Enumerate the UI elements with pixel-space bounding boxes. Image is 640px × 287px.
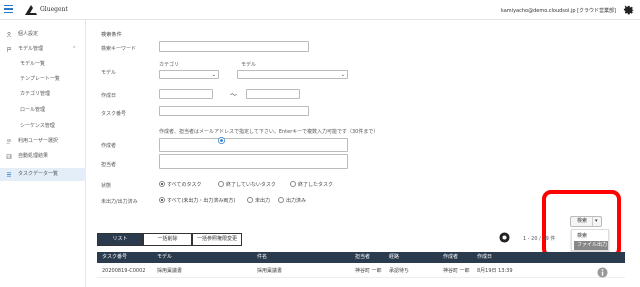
chart-icon xyxy=(6,154,12,159)
creator-hint-text: 作成者、担当者はメールアドレスで指定して下さい。Enterキーで複数入力可能です… xyxy=(159,129,379,135)
column-header-created[interactable]: 作成日 xyxy=(477,252,492,263)
table-header: タスク番号 モデル 件名 担当者 経路 作成者 作成日 xyxy=(97,252,625,263)
status-label: 状態 xyxy=(101,183,112,189)
assignee-label: 担当者 xyxy=(101,162,117,168)
info-icon[interactable] xyxy=(597,267,608,278)
created-from-input[interactable] xyxy=(159,89,213,99)
hamburger-menu-icon[interactable] xyxy=(4,5,13,14)
model-select[interactable]: ⌄ xyxy=(237,70,348,79)
assignee-input[interactable] xyxy=(159,154,348,169)
settings-circle-icon[interactable] xyxy=(499,232,510,243)
cell-subject: 採用稟議書 xyxy=(257,268,283,274)
task-number-input[interactable] xyxy=(159,106,309,116)
sidebar-item-personal-settings[interactable]: 個人設定 xyxy=(0,28,86,41)
output-label: 未出力/出力済み xyxy=(101,199,138,205)
sidebar-item-category-management[interactable]: カテゴリ管理 xyxy=(0,88,86,101)
cursor-target-icon xyxy=(218,137,225,144)
person-icon xyxy=(6,32,12,37)
output-radio-all[interactable]: すべて(未出力・出力済み両方) xyxy=(159,197,235,204)
output-radio-output[interactable]: 出力済み xyxy=(278,197,306,204)
cell-created: 8月19日 13:39 xyxy=(477,268,513,274)
tab-bulk-delete[interactable]: 一括削除 xyxy=(143,233,192,246)
user-account[interactable]: kamiyacho@demo.cloudsoi.jp [クラウド営業部] xyxy=(501,7,616,14)
cell-creator: 神谷町 一郎 xyxy=(443,268,470,274)
search-conditions-title: 検索条件 xyxy=(101,32,122,38)
status-radio-open[interactable]: 終了していないタスク xyxy=(218,181,276,188)
status-radio-all[interactable]: すべてのタスク xyxy=(159,181,201,188)
cell-route: 承認待ち xyxy=(389,268,410,274)
sidebar-item-auto-process-results[interactable]: 自動処理結果 xyxy=(0,150,86,163)
sidebar: 個人設定 モデル管理 ⌃ モデル一覧 テンプレート一覧 カテゴリ管理 ロール管理… xyxy=(0,20,86,287)
sidebar-item-model-management[interactable]: モデル管理 ⌃ xyxy=(0,43,86,56)
task-number-label: タスク番号 xyxy=(101,111,127,117)
creator-label: 作成者 xyxy=(101,143,117,149)
chevron-up-icon[interactable]: ⌃ xyxy=(72,43,76,56)
sidebar-item-user-selection[interactable]: 利用ユーザー選択 xyxy=(0,135,86,148)
category-select[interactable]: ⌄ xyxy=(159,70,219,79)
status-radio-closed[interactable]: 終了したタスク xyxy=(290,181,333,188)
output-radio-unoutput[interactable]: 未出力 xyxy=(247,197,270,204)
column-header-assignee[interactable]: 担当者 xyxy=(355,252,370,263)
column-header-creator[interactable]: 作成者 xyxy=(443,252,458,263)
list-icon xyxy=(6,172,12,177)
top-bar: Gluegent kamiyacho@demo.cloudsoi.jp [クラウ… xyxy=(0,0,640,20)
sidebar-item-model-list[interactable]: モデル一覧 xyxy=(0,58,86,71)
created-to-input[interactable] xyxy=(246,89,300,99)
cell-assignee: 神谷町 一郎 xyxy=(355,268,382,274)
column-header-model[interactable]: モデル xyxy=(157,252,172,263)
model-sub-label: モデル xyxy=(241,62,257,68)
keyword-input[interactable] xyxy=(159,41,309,52)
gluegent-logo-icon xyxy=(25,5,37,15)
gear-icon[interactable] xyxy=(622,3,635,16)
flag-icon xyxy=(7,47,12,52)
cell-task-number: 20200819-C0002 xyxy=(102,268,146,274)
creator-input[interactable] xyxy=(159,138,348,152)
users-icon xyxy=(6,139,12,144)
model-label: モデル xyxy=(101,70,117,76)
column-header-task-number[interactable]: タスク番号 xyxy=(102,252,127,263)
pager-text: 1 - 20 / 19 件 xyxy=(523,236,556,242)
range-tilde: 〜 xyxy=(230,91,237,99)
tab-bulk-permission[interactable]: 一括参照権限変更 xyxy=(192,233,242,246)
category-label: カテゴリ xyxy=(159,62,180,68)
table-row[interactable]: 20200819-C0002 採用稟議書 採用稟議書 神谷町 一郎 承認待ち 神… xyxy=(97,264,625,278)
tab-list[interactable]: リスト xyxy=(97,233,143,246)
sidebar-item-role-management[interactable]: ロール管理 xyxy=(0,104,86,117)
keyword-label: 検索キーワード xyxy=(101,46,137,52)
column-header-subject[interactable]: 件名 xyxy=(257,252,267,263)
chevron-down-icon: ⌄ xyxy=(340,72,345,78)
chevron-down-icon: ⌄ xyxy=(211,72,216,78)
cell-model: 採用稟議書 xyxy=(157,268,183,274)
sidebar-item-template-list[interactable]: テンプレート一覧 xyxy=(0,73,86,86)
created-date-label: 作成日 xyxy=(101,93,117,99)
sidebar-item-sequence-management[interactable]: シーケンス管理 xyxy=(0,120,86,133)
column-header-route[interactable]: 経路 xyxy=(389,252,399,263)
red-highlight-box xyxy=(542,190,621,258)
sidebar-item-task-data-list[interactable]: タスクデータ一覧 xyxy=(0,168,86,181)
logo-text: Gluegent xyxy=(40,6,68,13)
